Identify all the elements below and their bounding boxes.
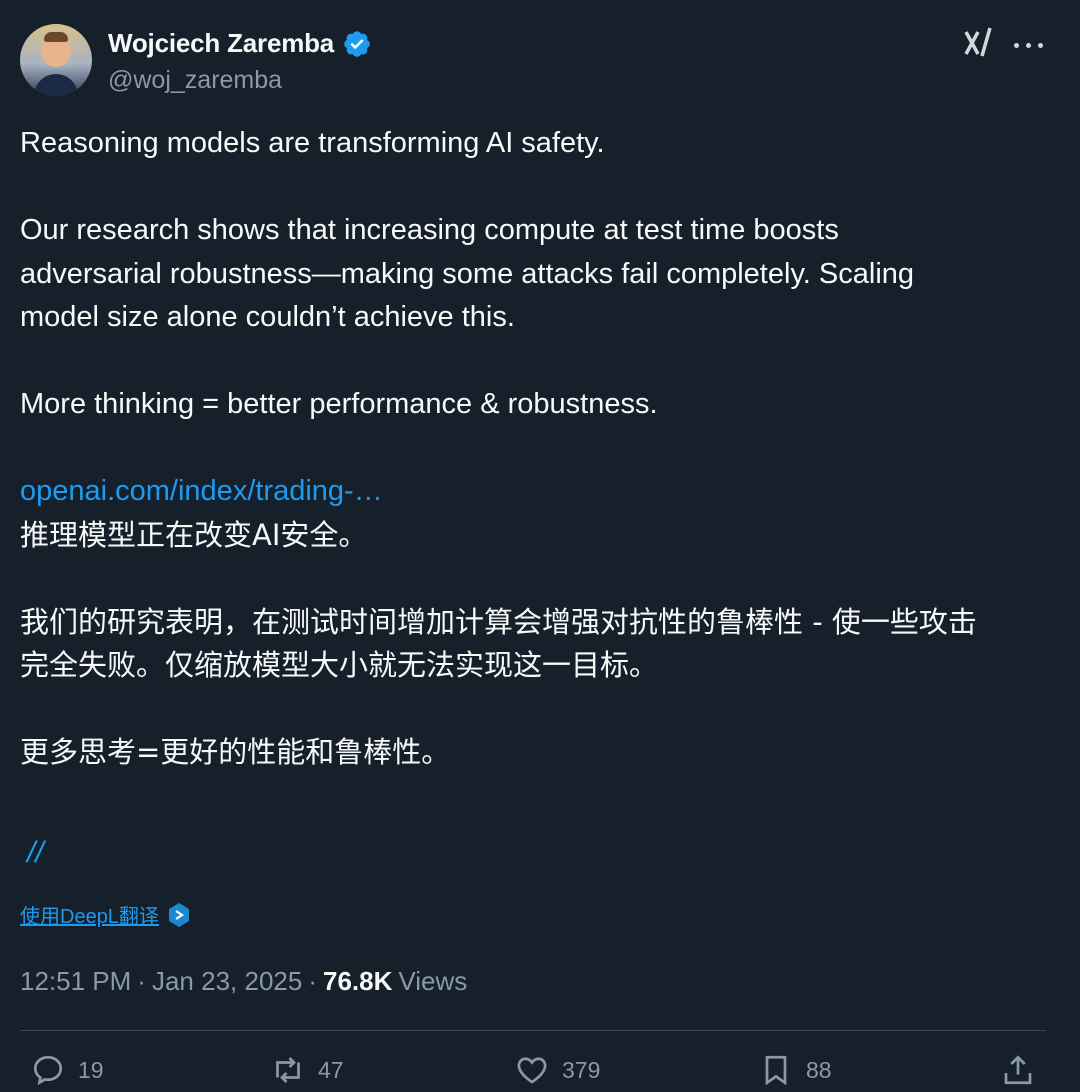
verified-badge-icon (344, 30, 370, 57)
deepl-icon (168, 902, 189, 927)
author-name-row: Wojciech Zaremba (108, 28, 372, 59)
author-name[interactable]: Wojciech Zaremba (108, 28, 334, 59)
post-cn-line-2: 我们的研究表明，在测试时间增加计算会增强对抗性的鲁棒性 - 使一些攻击 (20, 604, 977, 639)
more-options-icon[interactable] (1014, 30, 1044, 60)
avatar-hair (44, 32, 68, 42)
views-label: Views (398, 966, 468, 996)
repost-count: 47 (318, 1056, 344, 1083)
share-button[interactable] (1000, 1052, 1036, 1088)
post-link[interactable]: openai.com/index/trading-… (20, 470, 1060, 514)
repost-icon (276, 1057, 300, 1083)
reply-icon (33, 1055, 63, 1086)
post-text: Reasoning models are transforming AI saf… (20, 122, 1060, 775)
post-time[interactable]: 12:51 PM (20, 966, 131, 997)
avatar[interactable] (20, 24, 92, 96)
repost-button[interactable]: 47 (270, 1052, 344, 1088)
post-cn-line-1: 推理模型正在改变AI安全。 (20, 517, 368, 552)
action-bar: 19 47 379 88 (20, 1052, 1060, 1092)
slashes-text: // (27, 836, 44, 869)
heart-icon (517, 1057, 547, 1084)
post-line-2: Our research shows that increasing compu… (20, 214, 839, 246)
bookmark-count: 88 (806, 1056, 832, 1083)
reply-button[interactable]: 19 (30, 1052, 104, 1088)
share-icon (1004, 1055, 1032, 1085)
post-line-4: model size alone couldn’t achieve this. (20, 301, 515, 333)
meta-separator: · (308, 966, 317, 996)
post-line-1: Reasoning models are transforming AI saf… (20, 127, 605, 159)
like-count: 379 (562, 1056, 601, 1083)
bookmark-icon (765, 1055, 787, 1086)
grok-icon[interactable] (962, 26, 994, 60)
author-handle[interactable]: @woj_zaremba (108, 66, 282, 95)
reply-count: 19 (78, 1056, 104, 1083)
views-count: 76.8K (323, 966, 393, 996)
translate-row: 使用DeepL翻译 (20, 900, 191, 929)
avatar-shirt (34, 74, 78, 96)
bookmark-button[interactable]: 88 (758, 1052, 832, 1088)
post-cn-line-4: 更多思考=更好的性能和鲁棒性。 (20, 735, 451, 769)
post-line-3: adversarial robustness—making some attac… (20, 257, 915, 290)
post-cn-line-3: 完全失败。仅缩放模型大小就无法实现这一目标。 (20, 648, 659, 682)
translate-link[interactable]: 使用DeepL翻译 (20, 900, 159, 929)
meta-separator: · (137, 966, 146, 996)
divider (20, 1030, 1046, 1031)
post-line-5: More thinking = better performance & rob… (20, 388, 658, 420)
post-header: Wojciech Zaremba @woj_zaremba (20, 24, 1060, 96)
post-date[interactable]: Jan 23, 2025 (152, 966, 302, 997)
post-meta: 12:51 PM · Jan 23, 2025 · 76.8K Views (20, 966, 467, 997)
like-button[interactable]: 379 (514, 1052, 600, 1088)
